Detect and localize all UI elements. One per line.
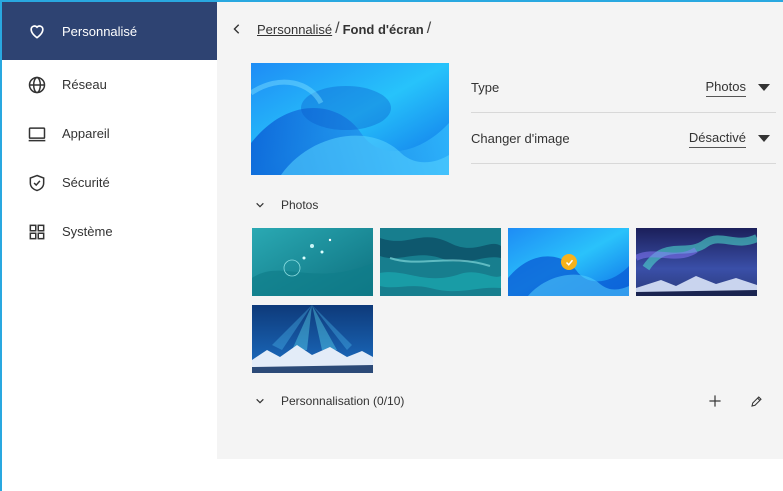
dropdown-arrow-icon [758, 84, 770, 91]
photos-section-header[interactable]: Photos [255, 198, 318, 212]
sidebar-item-reseau[interactable]: Réseau [2, 60, 217, 109]
edit-button[interactable] [746, 391, 766, 411]
photo-thumbnail[interactable] [380, 228, 501, 296]
sidebar: Personnalisé Réseau Appareil Sécurité Sy… [2, 2, 217, 491]
sidebar-item-label: Personnalisé [62, 23, 138, 39]
dropdown-arrow-icon [758, 135, 770, 142]
change-image-select[interactable]: Désactivé [688, 130, 776, 148]
type-setting-row: Type Photos [471, 63, 776, 113]
custom-section-header[interactable]: Personnalisation (0/10) [255, 394, 404, 408]
chevron-down-icon [255, 395, 267, 407]
custom-section-title: Personnalisation (0/10) [281, 394, 405, 408]
sidebar-item-systeme[interactable]: Système [2, 207, 217, 256]
heart-icon [26, 20, 48, 42]
chevron-down-icon [255, 199, 267, 211]
sidebar-item-label: Réseau [62, 77, 107, 92]
globe-icon [26, 74, 48, 96]
type-select[interactable]: Photos [705, 79, 776, 97]
chevron-left-icon[interactable] [231, 22, 245, 36]
photo-thumbnail-selected[interactable] [508, 228, 629, 296]
change-image-label: Changer d'image [471, 131, 570, 146]
sidebar-item-appareil[interactable]: Appareil [2, 109, 217, 158]
sidebar-item-label: Système [62, 224, 113, 239]
bottom-blank-area [217, 459, 783, 491]
wallpaper-preview [251, 63, 449, 175]
change-image-value: Désactivé [688, 130, 746, 148]
grid-icon [26, 221, 48, 243]
plus-icon [709, 395, 721, 407]
monitor-icon [26, 123, 48, 145]
sidebar-item-personnalise[interactable]: Personnalisé [2, 2, 217, 60]
sidebar-item-securite[interactable]: Sécurité [2, 158, 217, 207]
photo-thumbnail[interactable] [252, 305, 373, 373]
breadcrumb: Personnalisé / Fond d'écran / [231, 20, 434, 38]
type-value: Photos [705, 79, 746, 97]
breadcrumb-parent-link[interactable]: Personnalisé [257, 22, 332, 37]
shield-check-icon [26, 172, 48, 194]
main-panel: Personnalisé / Fond d'écran / Type Photo… [217, 2, 783, 459]
breadcrumb-current: Fond d'écran [342, 21, 424, 37]
selected-check-icon [561, 254, 577, 270]
pencil-icon [750, 395, 762, 407]
photo-thumbnail[interactable] [636, 228, 757, 296]
sidebar-item-label: Sécurité [62, 175, 110, 190]
change-image-setting-row: Changer d'image Désactivé [471, 114, 776, 164]
type-label: Type [471, 80, 500, 95]
breadcrumb-separator: / [426, 20, 432, 37]
photos-section-title: Photos [281, 198, 319, 212]
sidebar-item-label: Appareil [62, 126, 110, 141]
breadcrumb-separator: / [335, 20, 340, 37]
photo-thumbnail[interactable] [252, 228, 373, 296]
add-button[interactable] [705, 391, 725, 411]
